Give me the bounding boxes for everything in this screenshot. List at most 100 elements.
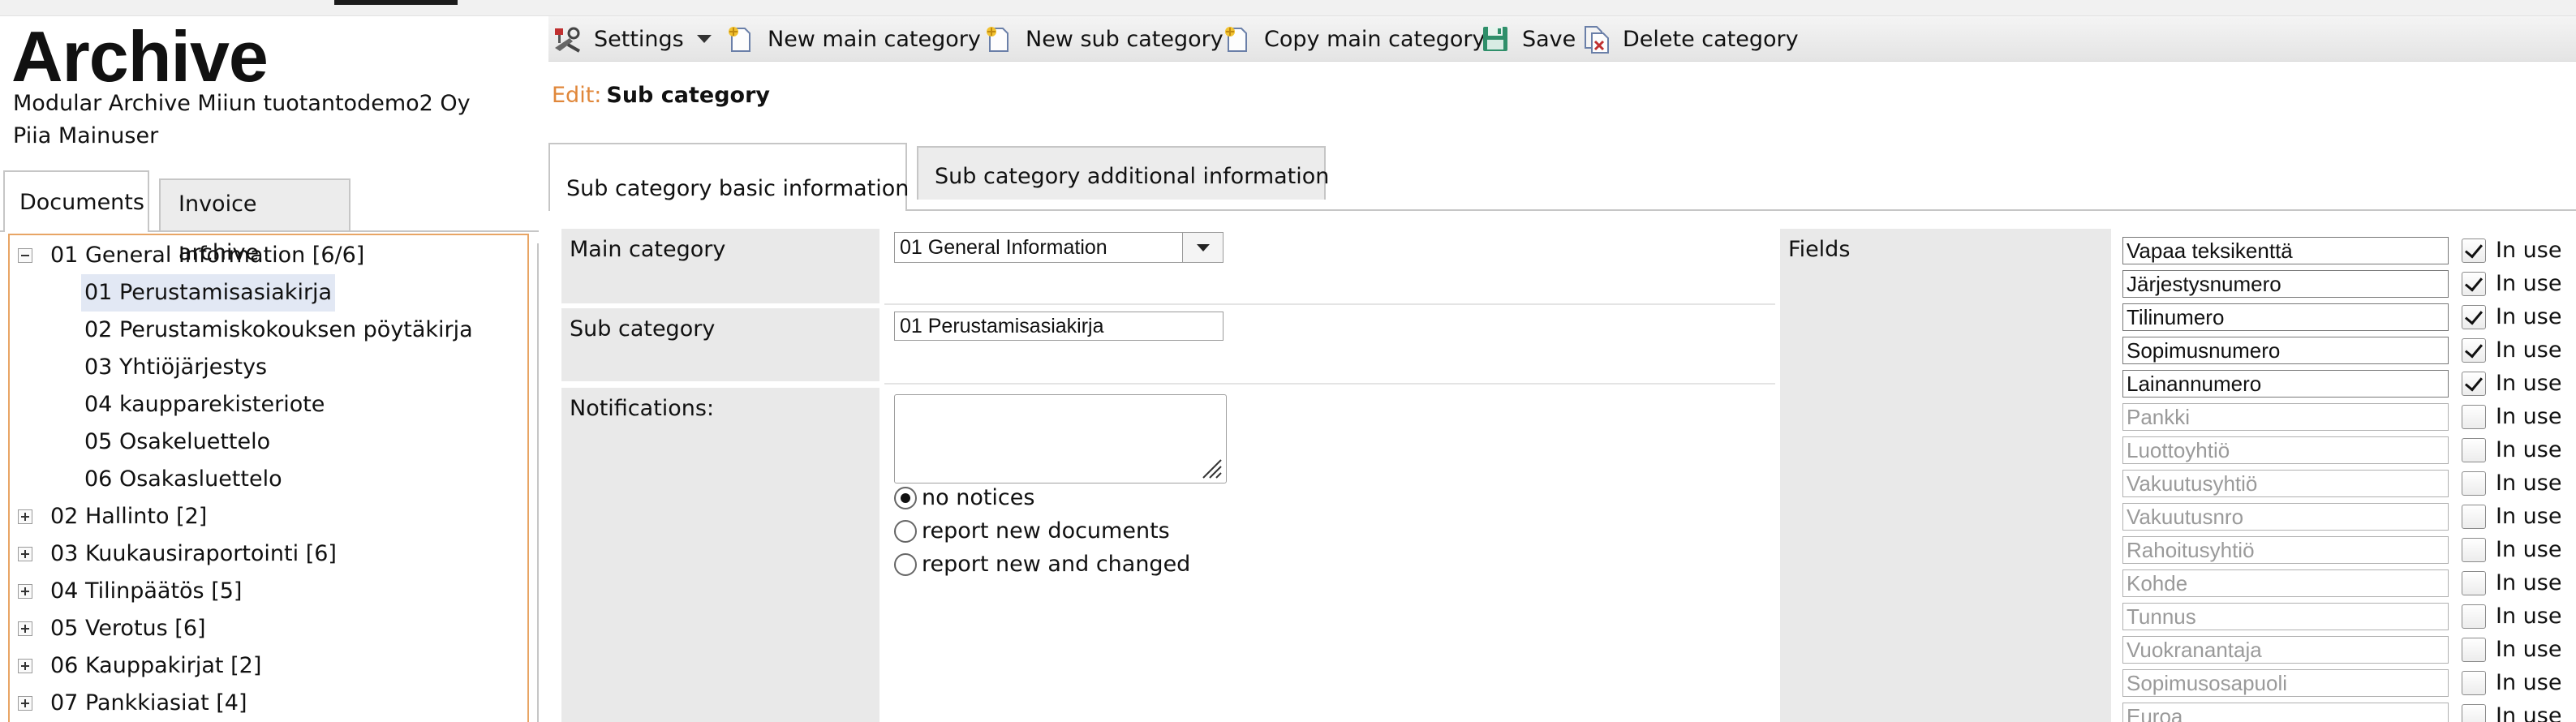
in-use-checkbox[interactable] [2462, 538, 2486, 562]
field-name-input[interactable]: Sopimusnumero [2122, 337, 2449, 364]
in-use-checkbox[interactable] [2462, 604, 2486, 629]
in-use-checkbox[interactable] [2462, 305, 2486, 329]
expand-icon[interactable] [18, 584, 32, 599]
in-use-checkbox[interactable] [2462, 505, 2486, 529]
save-label: Save [1522, 26, 1576, 52]
fields-label: Fields [1780, 229, 2111, 722]
settings-button[interactable]: Settings [552, 16, 712, 62]
main-category-select[interactable]: 01 General Information [894, 232, 1223, 263]
field-name-input[interactable]: Järjestysnumero [2122, 270, 2449, 298]
radio-no-notices[interactable]: no notices [894, 482, 1034, 514]
new-main-category-button[interactable]: New main category [725, 16, 981, 62]
expand-icon[interactable] [18, 696, 32, 711]
category-tree: 01 General Information [6/6] 01 Perustam… [8, 234, 529, 722]
user-name: Piia Mainuser [13, 123, 159, 148]
field-name-input[interactable]: Vakuutusyhtiö [2122, 470, 2449, 497]
tree-node-label[interactable]: 03 Kuukausiraportointi [6] [50, 535, 337, 573]
resize-grip-icon[interactable] [1198, 455, 1223, 479]
field-name-input[interactable]: Pankki [2122, 403, 2449, 431]
radio-button[interactable] [894, 487, 917, 509]
tree-node-label[interactable]: 05 Osakeluettelo [84, 423, 270, 461]
tree-node-label[interactable]: 06 Kauppakirjat [2] [50, 647, 261, 685]
in-use-checkbox[interactable] [2462, 638, 2486, 662]
in-use-checkbox[interactable] [2462, 671, 2486, 695]
row-divider [884, 303, 1775, 305]
collapse-icon[interactable] [18, 248, 32, 263]
tree-node-label[interactable]: 02 Perustamiskokouksen pöytäkirja [84, 312, 473, 349]
chevron-down-icon[interactable] [696, 35, 712, 43]
in-use-checkbox[interactable] [2462, 438, 2486, 462]
tree-node-label[interactable]: 04 Tilinpäätös [5] [50, 573, 242, 610]
sub-category-input[interactable]: 01 Perustamisasiakirja [894, 312, 1223, 341]
in-use-label: In use [2496, 637, 2562, 662]
tree-node-label[interactable]: 02 Hallinto [2] [50, 498, 207, 535]
in-use-label: In use [2496, 371, 2562, 396]
tab-documents[interactable]: Documents [3, 170, 149, 232]
notifications-textarea[interactable] [894, 394, 1227, 483]
expand-icon[interactable] [18, 621, 32, 636]
in-use-label: In use [2496, 337, 2562, 363]
field-name-input[interactable]: Tilinumero [2122, 303, 2449, 331]
in-use-label: In use [2496, 437, 2562, 462]
radio-button[interactable] [894, 553, 917, 576]
row-divider [884, 383, 1775, 385]
radio-report-new[interactable]: report new documents [894, 515, 1170, 548]
field-name-input[interactable]: Vapaa teksikenttä [2122, 237, 2449, 264]
new-sub-category-button[interactable]: New sub category [983, 16, 1223, 62]
field-name-input[interactable]: Rahoitusyhtiö [2122, 536, 2449, 564]
in-use-label: In use [2496, 271, 2562, 296]
in-use-checkbox[interactable] [2462, 405, 2486, 429]
tree-node-label[interactable]: 06 Osakasluettelo [84, 461, 282, 498]
copy-main-category-label: Copy main category [1264, 26, 1486, 52]
in-use-checkbox[interactable] [2462, 239, 2486, 263]
tab-basic-information[interactable]: Sub category basic information [548, 143, 909, 211]
tree-node-label[interactable]: 03 Yhtiöjärjestys [84, 349, 267, 386]
edit-heading: Edit: Sub category [552, 80, 770, 112]
in-use-checkbox[interactable] [2462, 704, 2486, 722]
radio-button[interactable] [894, 520, 917, 543]
expand-icon[interactable] [18, 509, 32, 524]
radio-label: report new documents [922, 518, 1170, 544]
tab-additional-information[interactable]: Sub category additional information [917, 146, 1329, 200]
in-use-checkbox[interactable] [2462, 471, 2486, 496]
copy-main-category-button[interactable]: Copy main category [1222, 16, 1485, 62]
copy-document-icon [1222, 24, 1253, 54]
field-name-input[interactable]: Lainannumero [2122, 370, 2449, 398]
delete-document-icon [1580, 24, 1611, 54]
in-use-checkbox[interactable] [2462, 272, 2486, 296]
floppy-disk-icon [1480, 24, 1511, 54]
field-name-input[interactable]: Sopimusosapuoli [2122, 669, 2449, 697]
save-button[interactable]: Save [1480, 16, 1576, 62]
in-use-label: In use [2496, 570, 2562, 595]
in-use-checkbox[interactable] [2462, 372, 2486, 396]
tree-node-label[interactable]: 01 Perustamisasiakirja [81, 274, 336, 312]
main-category-label: Main category [561, 229, 879, 303]
expand-icon[interactable] [18, 659, 32, 673]
radio-report-new-changed[interactable]: report new and changed [894, 548, 1190, 581]
field-name-input[interactable]: Vakuutusnro [2122, 503, 2449, 531]
field-name-input[interactable]: Tunnus [2122, 603, 2449, 630]
top-bar [0, 0, 2576, 16]
field-name-input[interactable]: Luottoyhtiö [2122, 436, 2449, 464]
tree-node-label[interactable]: 05 Verotus [6] [50, 610, 206, 647]
tab-invoice-archive[interactable]: Invoice archive [159, 178, 350, 265]
field-name-input[interactable]: Kohde [2122, 569, 2449, 597]
in-use-checkbox[interactable] [2462, 571, 2486, 595]
app-title: Archive [11, 16, 269, 97]
tree-node-label[interactable]: 01 General Information [6/6] [50, 237, 364, 274]
in-use-checkbox[interactable] [2462, 338, 2486, 363]
chevron-down-icon[interactable] [1182, 233, 1223, 262]
main-area: Settings New main category New sub categ… [548, 16, 2576, 722]
sub-category-label-text: Sub category [570, 316, 716, 342]
fields-label-text: Fields [1788, 237, 1851, 262]
field-name-input[interactable]: Vuokranantaja [2122, 636, 2449, 664]
in-use-label: In use [2496, 238, 2562, 263]
left-tab-bar: Documents Invoice archive [0, 170, 545, 265]
in-use-label: In use [2496, 670, 2562, 695]
sub-category-form: Main category Sub category Notifications… [561, 211, 2576, 722]
field-name-input[interactable]: Euroa [2122, 703, 2449, 722]
tree-node-label[interactable]: 07 Pankkiasiat [4] [50, 685, 247, 722]
expand-icon[interactable] [18, 547, 32, 561]
delete-category-button[interactable]: Delete category [1580, 16, 1799, 62]
tree-node-label[interactable]: 04 kaupparekisteriote [84, 386, 325, 423]
